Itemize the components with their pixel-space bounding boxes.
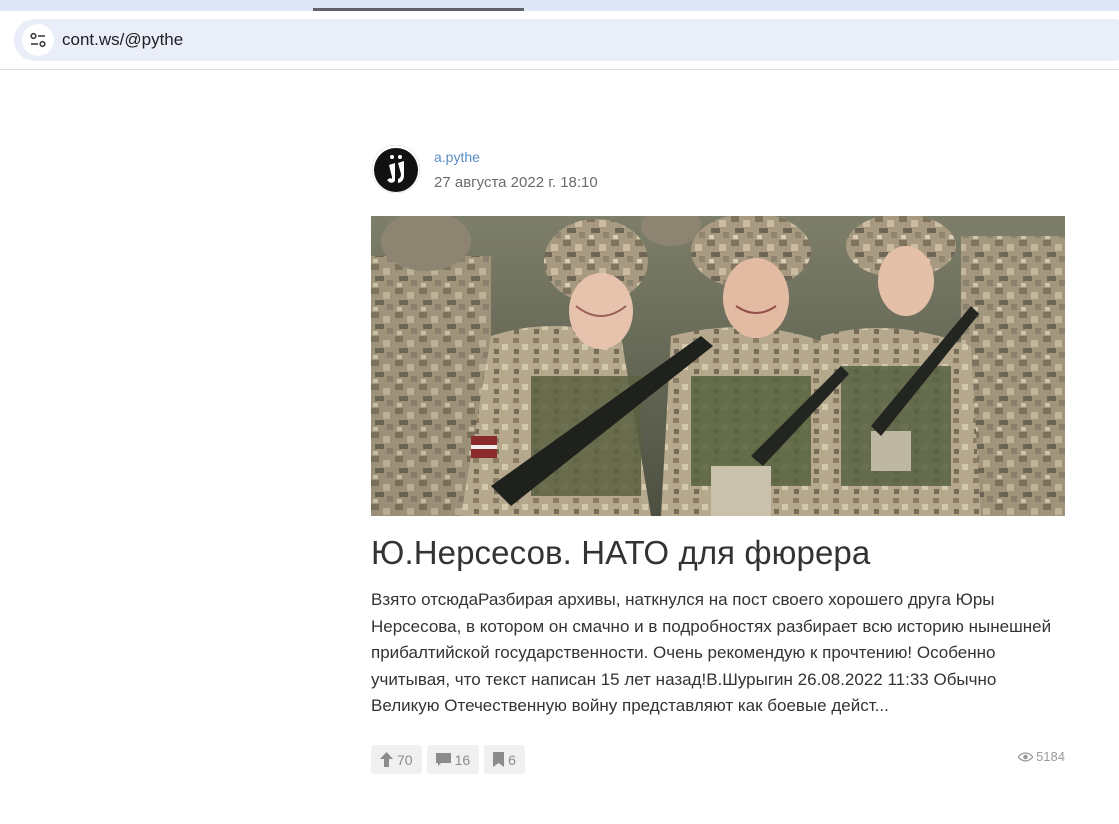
comment-icon	[435, 752, 451, 766]
bookmark-count: 6	[508, 751, 516, 768]
upvote-button[interactable]: 70	[371, 745, 422, 774]
comment-count: 16	[454, 751, 471, 768]
eye-icon	[1018, 751, 1034, 762]
upvote-count: 70	[397, 751, 413, 768]
site-info-icon	[30, 32, 46, 48]
comments-button[interactable]: 16	[426, 745, 480, 774]
avatar-logo-icon	[372, 145, 420, 193]
tab-strip	[0, 0, 1119, 11]
author-avatar[interactable]	[372, 145, 420, 193]
browser-toolbar: cont.ws/@pythe	[0, 11, 1119, 70]
post-cover-image[interactable]	[371, 216, 1065, 516]
views-count: 5184	[1036, 749, 1065, 764]
post-excerpt: Взято отсюдаРазбирая архивы, наткнулся н…	[371, 590, 1052, 715]
arrow-up-icon	[380, 752, 393, 767]
bookmark-icon	[493, 752, 505, 767]
post-title[interactable]: Ю.Нерсесов. НАТО для фюрера	[371, 534, 870, 572]
soldiers-photo	[371, 216, 1065, 516]
address-bar[interactable]: cont.ws/@pythe	[14, 19, 1119, 61]
author-link[interactable]: a.pythe	[434, 149, 480, 165]
bookmark-button[interactable]: 6	[484, 745, 525, 774]
active-tab[interactable]	[0, 0, 1119, 11]
post-actions: 70 16 6	[371, 745, 525, 774]
views-counter: 5184	[1018, 749, 1065, 764]
post-date: 27 августа 2022 г. 18:10	[434, 174, 598, 191]
url-text[interactable]: cont.ws/@pythe	[62, 30, 183, 50]
site-info-button[interactable]	[22, 24, 54, 56]
